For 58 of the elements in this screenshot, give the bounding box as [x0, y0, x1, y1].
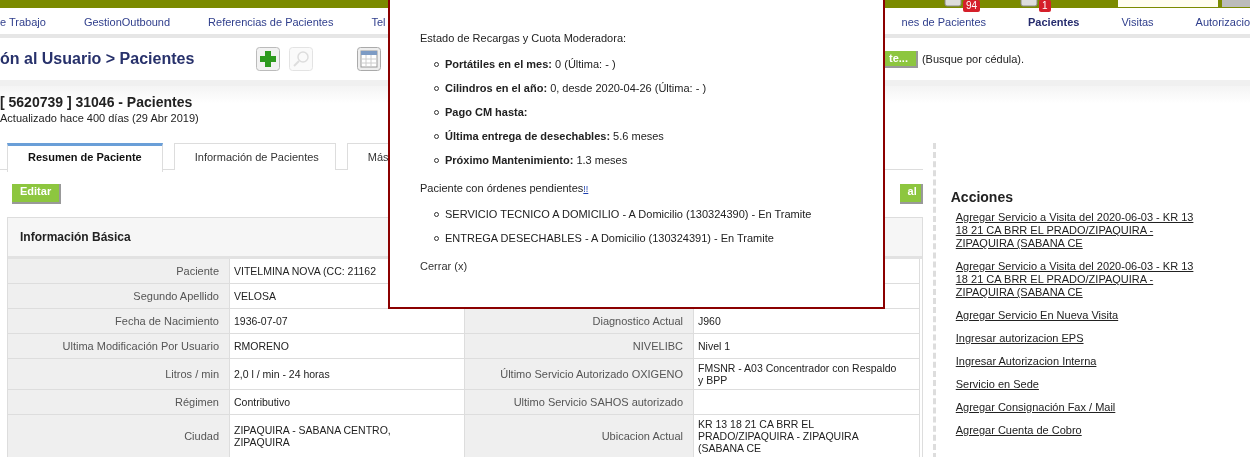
- action-link[interactable]: Agregar Cuenta de Cobro: [955, 424, 1206, 437]
- action-link[interactable]: Servicio en Sede: [955, 378, 1206, 391]
- envelope-icon[interactable]: [944, 0, 962, 8]
- stat-item: Última entrega de desechables: 5.6 meses: [433, 130, 853, 143]
- action-link[interactable]: Ingresar Autorizacion Interna: [955, 355, 1206, 368]
- label-cell: Litros / min: [8, 359, 230, 390]
- stat-item: Portátiles en el mes: 0 (Última: - ): [433, 58, 853, 71]
- page-title: ón al Usuario > Pacientes: [0, 50, 196, 68]
- nav-link[interactable]: Visitas: [1121, 16, 1154, 28]
- nav-link[interactable]: Tel: [371, 16, 386, 28]
- tab[interactable]: Resumen de Paciente: [7, 143, 163, 172]
- actions-title: Acciones: [950, 189, 1014, 205]
- value-cell: Contributivo: [230, 390, 465, 415]
- label-cell: Ubicacion Actual: [465, 415, 694, 457]
- label-cell: Último Servicio Autorizado OXIGENO: [465, 359, 694, 390]
- nav-link[interactable]: Referencias de Pacientes: [208, 16, 334, 28]
- label-cell: Diagnostico Actual: [465, 309, 694, 334]
- stat-item: Cilindros en el año: 0, desde 2020-04-26 (Última: - ): [433, 82, 853, 95]
- value-cell: RMORENO: [230, 334, 465, 359]
- patient-title: [ 5620739 ] 31046 - Pacientes: [0, 94, 194, 110]
- action-link[interactable]: Agregar Consignación Fax / Mail: [955, 401, 1206, 414]
- label-cell: Fecha de Nacimiento: [8, 309, 230, 334]
- search-field[interactable]: [1118, 0, 1218, 7]
- alert-link[interactable]: !!: [583, 184, 589, 194]
- label-cell: NIVELIBC: [465, 334, 694, 359]
- pending-text: Paciente con órdenes pendientes: [420, 182, 584, 194]
- label-cell: Paciente: [8, 259, 230, 284]
- order-item: ENTREGA DESECHABLES - A Domicilio (130324391) - En Tramite: [433, 232, 853, 245]
- action-link[interactable]: Agregar Servicio En Nueva Visita: [955, 309, 1206, 322]
- value-cell: FMSNR - A03 Concentrador con Respaldo y BPP: [694, 359, 920, 390]
- stat-item: Próximo Mantenimiento: 1.3 meses: [433, 154, 853, 167]
- calendar-icon[interactable]: [357, 47, 381, 71]
- order-item: SERVICIO TECNICO A DOMICILIO - A Domicilio (130324390) - En Tramite: [433, 208, 853, 221]
- nav-link[interactable]: GestionOutbound: [83, 16, 171, 28]
- label-cell: Ultimo Servicio SAHOS autorizado: [465, 390, 694, 415]
- label-cell: Ultima Modificación Por Usuario: [8, 334, 230, 359]
- nav-link[interactable]: Autorizacio: [1195, 16, 1250, 28]
- close-link[interactable]: Cerrar (x): [420, 260, 468, 272]
- nav-link[interactable]: e Trabajo: [0, 16, 46, 28]
- notification-badge: 1: [1039, 0, 1051, 12]
- nav-link[interactable]: nes de Pacientes: [901, 16, 986, 28]
- label-cell: Régimen: [8, 390, 230, 415]
- label-cell: Segundo Apellido: [8, 284, 230, 309]
- search-hint: (Busque por cédula).: [921, 53, 1025, 65]
- action-link[interactable]: Agregar Servicio a Visita del 2020-06-03 - KR 13 18 21 CA BRR EL PRADO/ZIPAQUIRA - ZIPAQUIRA (SABANA CE: [955, 260, 1206, 299]
- action-link[interactable]: Agregar Servicio a Visita del 2020-06-03 - KR 13 18 21 CA BRR EL PRADO/ZIPAQUIRA - ZIPAQUIRA (SABANA CE: [955, 211, 1206, 250]
- nav-link[interactable]: Pacientes: [1028, 16, 1080, 28]
- envelope-icon[interactable]: [1020, 0, 1038, 8]
- popup-heading: Estado de Recargas y Cuota Moderadora:: [420, 32, 628, 44]
- stat-item: Pago CM hasta:: [433, 106, 853, 119]
- value-cell: Nivel 1: [694, 334, 920, 359]
- action-link[interactable]: Ingresar autorizacion EPS: [955, 332, 1206, 345]
- tab[interactable]: Información de Pacientes: [173, 143, 336, 170]
- label-cell: Ciudad: [8, 415, 230, 457]
- updated-text: Actualizado hace 400 días (29 Abr 2019): [0, 112, 199, 124]
- add-icon[interactable]: [256, 47, 280, 71]
- value-cell: KR 13 18 21 CA BRR EL PRADO/ZIPAQUIRA - ZIPAQUIRA (SABANA CE: [694, 415, 920, 457]
- notification-badge: 94: [963, 0, 981, 12]
